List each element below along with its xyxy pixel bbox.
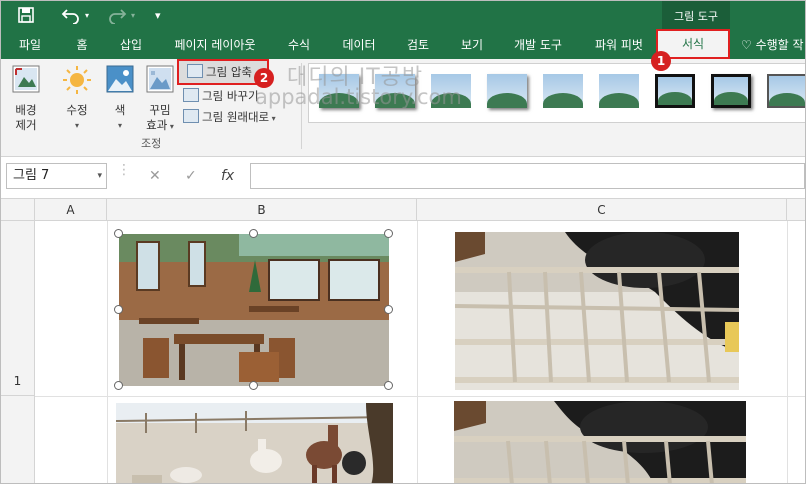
corrections-label: 수정 [66, 103, 88, 117]
resize-handle-br[interactable] [384, 381, 393, 390]
picture-alpaca-yard[interactable] [116, 403, 393, 483]
undo-icon[interactable] [61, 6, 81, 29]
compress-pictures-button[interactable]: 그림 압축 [187, 62, 252, 82]
column-header-a[interactable]: A [35, 199, 107, 221]
redo-dropdown-icon[interactable]: ▾ [131, 6, 135, 26]
artistic-effects-label-1: 꾸밈 [149, 103, 171, 117]
resize-handle-l[interactable] [114, 305, 123, 314]
insert-function-icon[interactable]: fx [221, 163, 234, 189]
gridline [107, 221, 108, 483]
formula-bar: 그림 7 ▾ ⋮ ✕ ✓ fx [1, 157, 805, 199]
name-box-value: 그림 7 [13, 168, 50, 183]
remove-background-label-2: 제거 [15, 118, 37, 132]
picture-style-6[interactable] [599, 74, 639, 108]
name-box[interactable]: 그림 7 ▾ [6, 163, 107, 189]
tab-insert[interactable]: 삽입 [111, 32, 151, 59]
reset-picture-icon [183, 109, 199, 123]
change-picture-button[interactable]: 그림 바꾸기 [183, 86, 259, 106]
ribbon-tabs: 파일 홈 삽입 페이지 레이아웃 수식 데이터 검토 보기 개발 도구 파워 피… [1, 29, 805, 59]
picture-alpaca-fence[interactable] [455, 232, 739, 390]
remove-background-label-1: 배경 [15, 103, 37, 117]
formula-input[interactable] [250, 163, 805, 189]
chevron-down-icon: ▾ [74, 121, 79, 130]
tab-review[interactable]: 검토 [397, 32, 439, 59]
chevron-down-icon: ▾ [269, 114, 276, 123]
tab-home[interactable]: 홈 [65, 32, 99, 59]
picture-style-5[interactable] [543, 74, 583, 108]
tab-data[interactable]: 데이터 [333, 32, 385, 59]
row-header-2[interactable] [1, 396, 35, 483]
enter-icon[interactable]: ✓ [185, 163, 197, 189]
picture-style-8[interactable] [711, 74, 751, 108]
column-header-c[interactable]: C [417, 199, 787, 221]
column-header-d[interactable] [787, 199, 805, 221]
artistic-effects-label-2: 효과 [146, 118, 168, 132]
compress-icon [187, 64, 203, 78]
picture-style-9[interactable] [767, 74, 805, 108]
more-icon: ⋮ [117, 162, 131, 178]
resize-handle-tr[interactable] [384, 229, 393, 238]
reset-picture-label: 그림 원래대로 [202, 110, 270, 124]
artistic-effects-icon [141, 65, 179, 99]
resize-handle-tl[interactable] [114, 229, 123, 238]
artistic-effects-button[interactable]: 꾸밈 효과 ▾ [141, 65, 179, 134]
tab-file[interactable]: 파일 [9, 32, 51, 59]
tab-view[interactable]: 보기 [451, 32, 493, 59]
color-button[interactable]: 색 ▾ [103, 65, 137, 133]
chevron-down-icon: ▾ [117, 121, 122, 130]
picture-style-7[interactable] [655, 74, 695, 108]
change-picture-label: 그림 바꾸기 [202, 89, 259, 103]
formula-buttons: ✕ ✓ fx [137, 163, 250, 189]
remove-background-icon [7, 65, 45, 99]
gridline [787, 221, 788, 483]
color-label: 색 [114, 103, 126, 117]
tab-page-layout[interactable]: 페이지 레이아웃 [165, 32, 265, 59]
tab-formulas[interactable]: 수식 [279, 32, 319, 59]
picture-cafe-interior[interactable] [119, 234, 389, 386]
gridline [417, 221, 418, 483]
customize-icon[interactable]: ▾ [155, 6, 161, 26]
artistic-effects-label-2-row: 효과 ▾ [141, 118, 179, 134]
lightbulb-icon: ♡ [741, 38, 752, 52]
save-icon[interactable] [17, 6, 35, 29]
resize-handle-r[interactable] [384, 305, 393, 314]
resize-handle-b[interactable] [249, 381, 258, 390]
reset-picture-button[interactable]: 그림 원래대로 ▾ [183, 107, 276, 127]
picture-style-4[interactable] [487, 74, 527, 108]
step-badge-2: 2 [254, 68, 274, 88]
gridline [35, 396, 805, 397]
row-header-1[interactable]: 1 [1, 221, 35, 396]
sun-icon [57, 65, 97, 99]
chevron-down-icon: ▾ [167, 122, 174, 131]
chevron-down-icon[interactable]: ▾ [97, 164, 102, 188]
cancel-icon[interactable]: ✕ [149, 163, 161, 189]
tell-me-box[interactable]: ♡ 수행할 작 [741, 32, 804, 59]
column-header-b[interactable]: B [107, 199, 417, 221]
compress-label: 그림 압축 [206, 65, 252, 79]
watermark-url: appadal.tistory.com [255, 85, 462, 109]
tell-me-text: 수행할 작 [755, 38, 804, 52]
remove-background-button[interactable]: 배경 제거 [7, 65, 45, 133]
tab-power-pivot[interactable]: 파워 피벗 [585, 32, 653, 59]
resize-handle-t[interactable] [249, 229, 258, 238]
adjust-group-label: 조정 [141, 137, 162, 150]
excel-window: ▾ ▾ ▾ 그림 도구 파일 홈 삽입 페이지 레이아웃 수식 데이터 검토 보… [0, 0, 806, 484]
select-all-corner[interactable] [1, 199, 35, 221]
picture-tools-group: 그림 도구 [662, 1, 730, 32]
redo-icon[interactable] [107, 6, 127, 29]
corrections-button[interactable]: 수정 ▾ [57, 65, 97, 133]
title-bar: ▾ ▾ ▾ 그림 도구 [1, 1, 805, 32]
picture-alpaca-fence-2[interactable] [454, 401, 746, 483]
tab-developer[interactable]: 개발 도구 [503, 32, 573, 59]
color-picture-icon [103, 65, 137, 99]
undo-dropdown-icon[interactable]: ▾ [85, 6, 89, 26]
resize-handle-bl[interactable] [114, 381, 123, 390]
step-badge-1: 1 [651, 51, 671, 71]
change-picture-icon [183, 88, 199, 102]
